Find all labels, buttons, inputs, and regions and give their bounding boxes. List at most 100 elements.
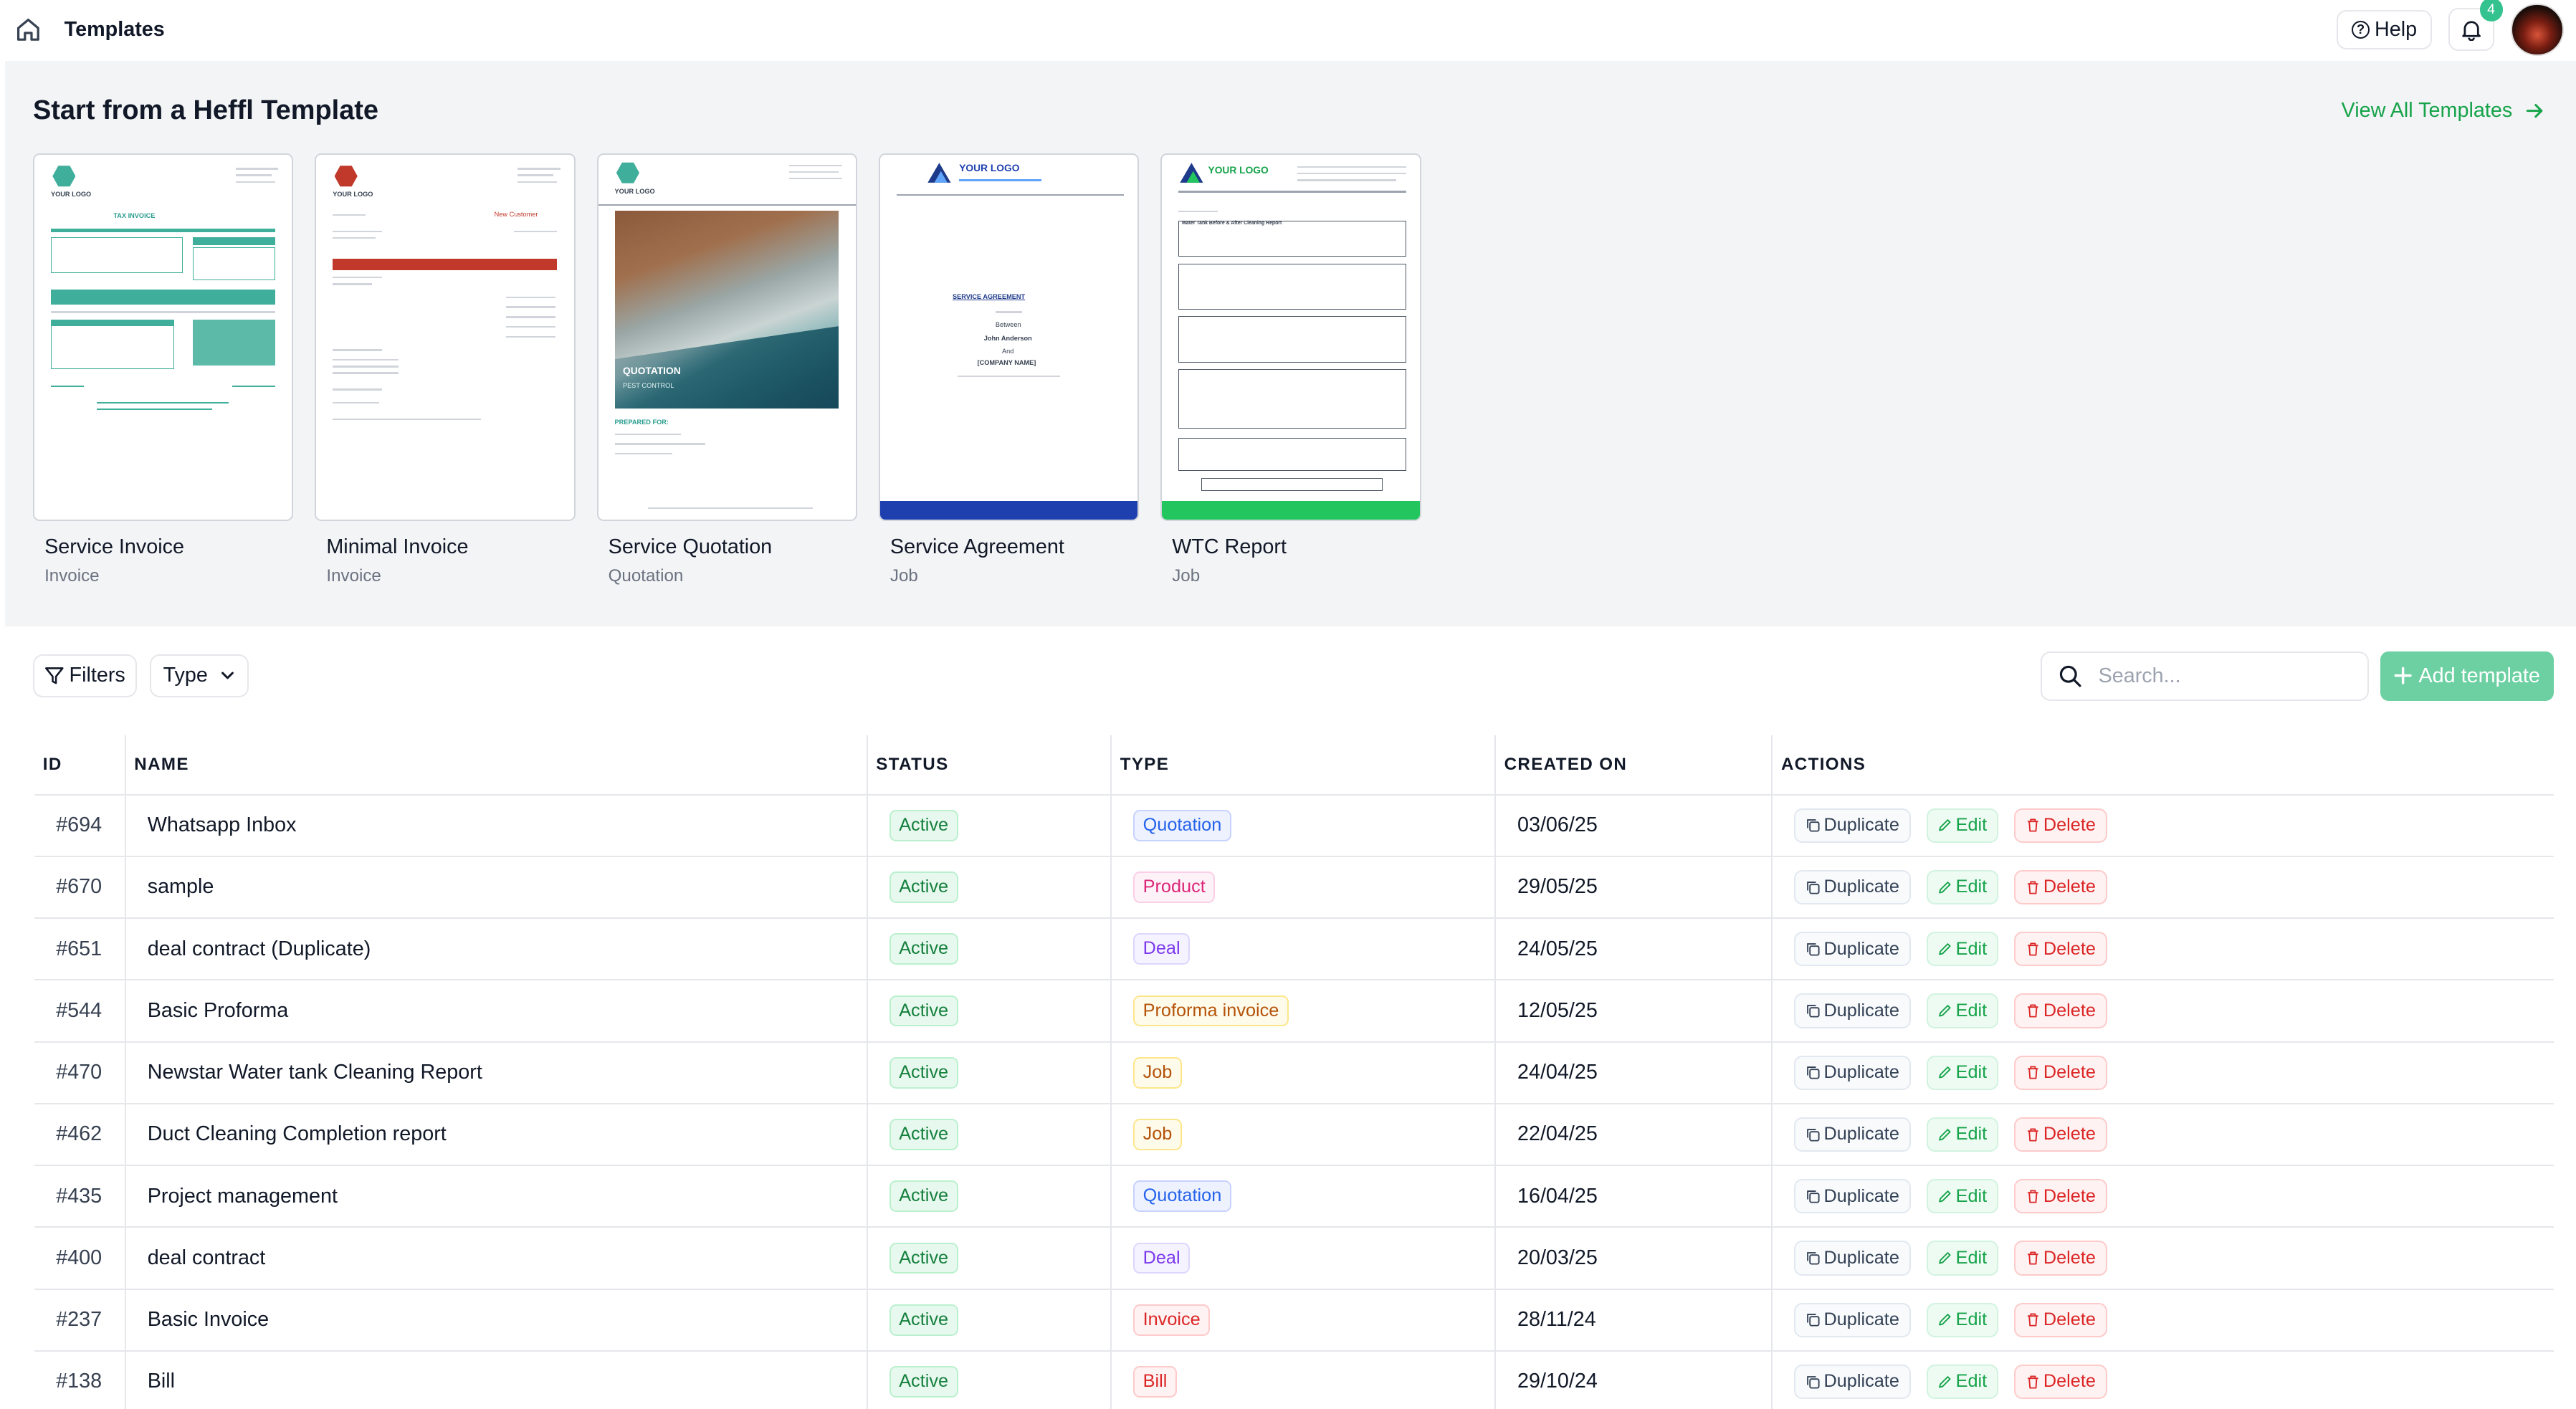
view-all-templates-link[interactable]: View All Templates [2342,99,2544,123]
table-row[interactable]: #651 deal contract (Duplicate) Active De… [34,918,2554,981]
search-box[interactable] [2041,651,2370,701]
type-cell: Quotation [1110,794,1496,857]
duplicate-button[interactable]: Duplicate [1794,1364,1911,1400]
edit-button[interactable]: Edit [1926,1241,1998,1276]
table-row[interactable]: #670 sample Active Product 29/05/25 Dupl… [34,856,2554,920]
edit-button[interactable]: Edit [1926,869,1998,905]
delete-button[interactable]: Delete [2013,808,2107,843]
table-row[interactable]: #694 Whatsapp Inbox Active Quotation 03/… [34,794,2554,857]
delete-button[interactable]: Delete [2013,1302,2107,1337]
template-thumbnail[interactable]: YOUR LOGO Water Tank Before & After Clea… [1160,153,1421,521]
template-name[interactable]: deal contract [124,1227,867,1290]
template-name[interactable]: deal contract (Duplicate) [124,918,867,981]
table-row[interactable]: #237 Basic Invoice Active Invoice 28/11/… [34,1289,2554,1352]
column-header-id[interactable]: ID [34,735,125,796]
duplicate-button[interactable]: Duplicate [1794,1302,1911,1337]
trash-icon [2027,881,2038,894]
copy-icon [1807,1005,1820,1018]
template-card-minimal-invoice[interactable]: YOUR LOGO New Customer Minimal Invoice I… [315,153,576,586]
edit-button[interactable]: Edit [1926,1055,1998,1090]
column-header-type[interactable]: TYPE [1110,735,1496,796]
type-badge: Invoice [1133,1304,1211,1336]
template-name[interactable]: Duct Cleaning Completion report [124,1103,867,1167]
template-name[interactable]: Basic Proforma [124,980,867,1043]
template-name[interactable]: Whatsapp Inbox [124,794,867,857]
duplicate-label: Duplicate [1823,877,1899,897]
delete-button[interactable]: Delete [2013,1241,2107,1276]
duplicate-button[interactable]: Duplicate [1794,869,1911,905]
table-row[interactable]: #544 Basic Proforma Active Proforma invo… [34,980,2554,1043]
type-badge: Quotation [1133,809,1231,841]
edit-button[interactable]: Edit [1926,993,1998,1028]
template-name[interactable]: Bill [124,1350,867,1409]
duplicate-button[interactable]: Duplicate [1794,993,1911,1028]
delete-button[interactable]: Delete [2013,869,2107,905]
table-row[interactable]: #470 Newstar Water tank Cleaning Report … [34,1041,2554,1104]
plus-icon [2394,667,2412,685]
table-row[interactable]: #435 Project management Active Quotation… [34,1165,2554,1228]
template-name[interactable]: Basic Invoice [124,1289,867,1352]
thumb-agreement-title: SERVICE AGREEMENT [953,293,1026,301]
duplicate-button[interactable]: Duplicate [1794,808,1911,843]
search-icon [2060,665,2081,687]
user-avatar[interactable] [2510,3,2564,57]
edit-label: Edit [1955,877,1988,897]
status-badge: Active [889,871,958,903]
top-bar: Templates ? Help 4 [0,0,2576,59]
template-thumbnail[interactable]: YOUR LOGO SERVICE AGREEMENT Between John… [878,153,1140,521]
template-card-service-invoice[interactable]: YOUR LOGO TAX INVOICE Service Invoice In… [32,153,294,586]
template-name[interactable]: sample [124,856,867,920]
template-thumbnail[interactable]: YOUR LOGO QUOTATION PEST CONTROL PREPARE… [596,153,857,521]
delete-button[interactable]: Delete [2013,1179,2107,1214]
table-row[interactable]: #400 deal contract Active Deal 20/03/25 … [34,1227,2554,1290]
table-toolbar: Filters Type Add template [33,651,2554,701]
table-row[interactable]: #462 Duct Cleaning Completion report Act… [34,1103,2554,1167]
edit-button[interactable]: Edit [1926,1364,1998,1400]
add-template-label: Add template [2418,664,2540,687]
column-header-created-on[interactable]: CREATED ON [1494,735,1773,796]
help-icon: ? [2351,20,2370,39]
duplicate-button[interactable]: Duplicate [1794,1117,1911,1152]
duplicate-button[interactable]: Duplicate [1794,932,1911,967]
notification-count-badge: 4 [2479,0,2503,22]
template-card-wtc-report[interactable]: YOUR LOGO Water Tank Before & After Clea… [1160,153,1421,586]
edit-button[interactable]: Edit [1926,808,1998,843]
template-thumbnail[interactable]: YOUR LOGO New Customer [315,153,576,521]
edit-button[interactable]: Edit [1926,1117,1998,1152]
filters-button[interactable]: Filters [33,654,137,697]
duplicate-label: Duplicate [1823,1185,1899,1206]
template-name[interactable]: Project management [124,1165,867,1228]
template-name[interactable]: Newstar Water tank Cleaning Report [124,1041,867,1104]
template-card-service-agreement[interactable]: YOUR LOGO SERVICE AGREEMENT Between John… [878,153,1140,586]
template-thumbnail[interactable]: YOUR LOGO TAX INVOICE [32,153,294,521]
edit-button[interactable]: Edit [1926,1179,1998,1214]
delete-button[interactable]: Delete [2013,1117,2107,1152]
help-button[interactable]: ? Help [2337,9,2432,49]
pencil-icon [1939,819,1951,831]
type-filter-dropdown[interactable]: Type [150,654,249,697]
delete-button[interactable]: Delete [2013,1055,2107,1090]
search-input[interactable] [2098,664,2346,688]
duplicate-button[interactable]: Duplicate [1794,1241,1911,1276]
template-card-name: Service Invoice [44,535,185,559]
column-header-status[interactable]: STATUS [866,735,1112,796]
delete-button[interactable]: Delete [2013,932,2107,967]
delete-button[interactable]: Delete [2013,993,2107,1028]
column-header-name[interactable]: NAME [124,735,867,796]
home-icon[interactable] [15,16,42,43]
status-cell: Active [866,856,1112,920]
add-template-button[interactable]: Add template [2380,651,2554,701]
notifications-button[interactable]: 4 [2448,0,2503,52]
edit-button[interactable]: Edit [1926,932,1998,967]
edit-button[interactable]: Edit [1926,1302,1998,1337]
duplicate-button[interactable]: Duplicate [1794,1179,1911,1214]
delete-button[interactable]: Delete [2013,1364,2107,1400]
template-card-service-quotation[interactable]: YOUR LOGO QUOTATION PEST CONTROL PREPARE… [596,153,857,586]
trash-icon [2027,1313,2038,1327]
template-id: #470 [34,1041,125,1104]
created-on: 12/05/25 [1494,980,1773,1043]
duplicate-button[interactable]: Duplicate [1794,1055,1911,1090]
table-row[interactable]: #138 Bill Active Bill 29/10/24 Duplicate… [34,1350,2554,1409]
delete-label: Delete [2043,938,2096,959]
delete-label: Delete [2043,1000,2096,1021]
